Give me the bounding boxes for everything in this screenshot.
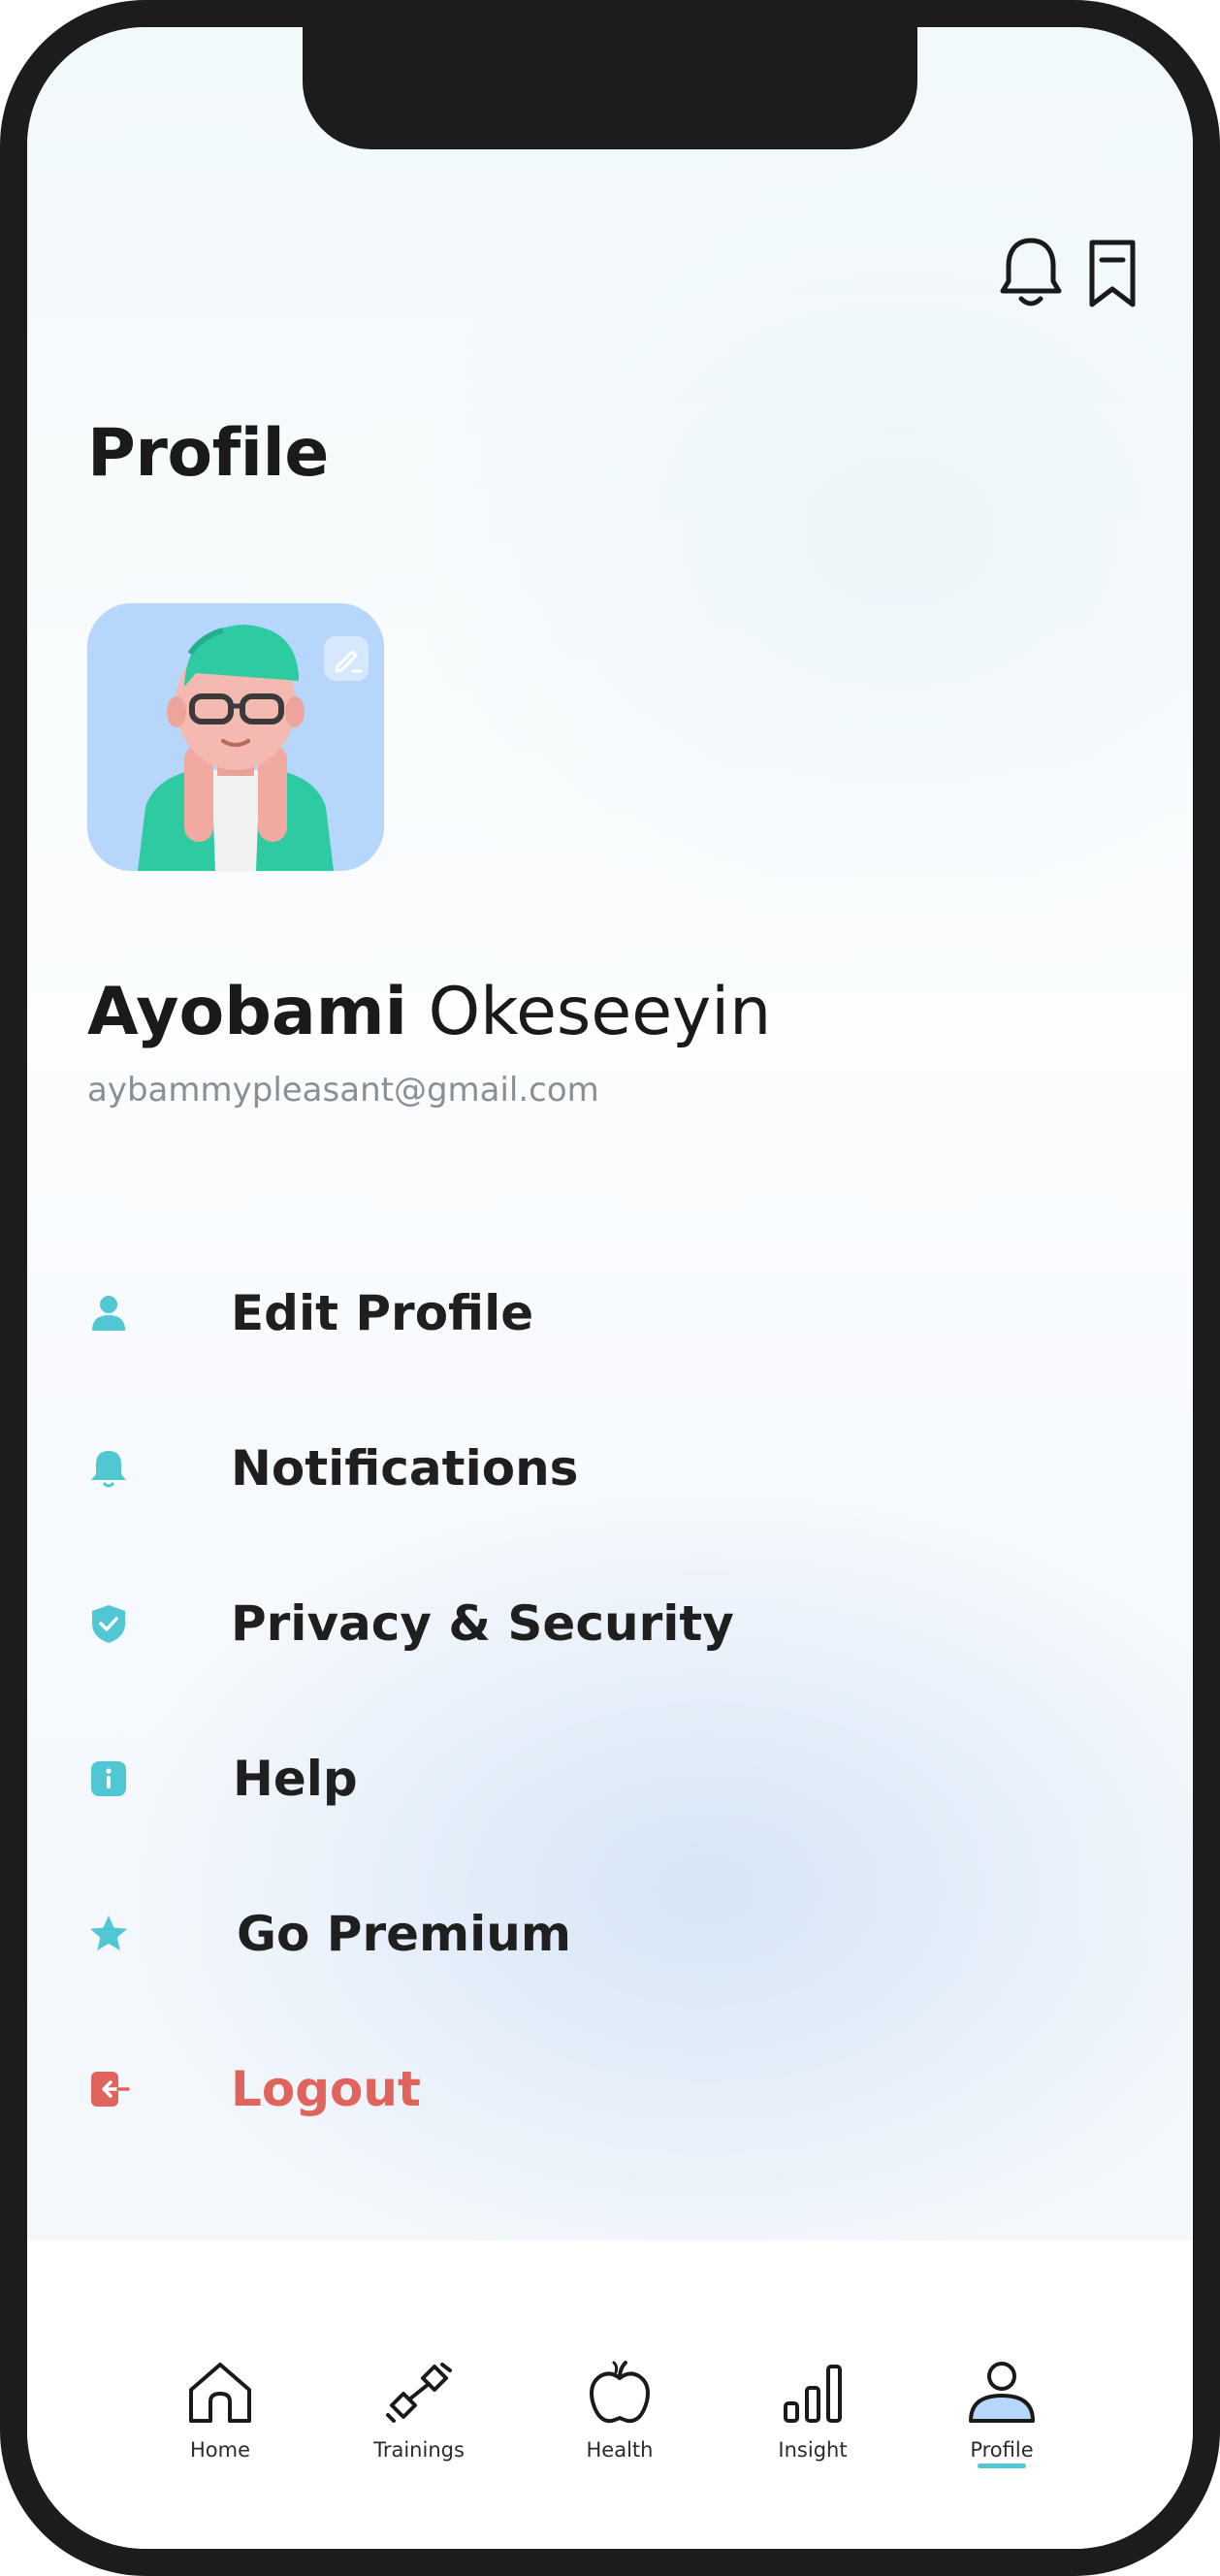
menu-label: Help [233,1751,358,1807]
edit-avatar-button[interactable] [324,636,369,681]
tab-health[interactable]: Health [552,2357,688,2462]
person-icon [969,2362,1035,2423]
page-title: Profile [87,415,329,492]
phone-frame: Profile Ayobami Okeseeyin aybammypleasan… [0,0,1220,2576]
home-icon [189,2363,251,2423]
menu-label: Notifications [231,1440,579,1497]
menu-label: Go Premium [237,1906,571,1962]
user-email: aybammypleasant@gmail.com [87,1071,599,1110]
tab-label: Trainings [373,2438,465,2462]
user-first-name: Ayobami [87,974,407,1050]
menu-label: Logout [231,2061,421,2117]
user-last-name: Okeseeyin [428,974,772,1050]
info-icon [87,1757,130,1800]
active-tab-indicator [978,2463,1026,2468]
bar-chart-icon [784,2365,842,2423]
tab-label: Insight [778,2438,848,2462]
notch [303,27,917,149]
menu-item-edit-profile[interactable]: Edit Profile [87,1274,1057,1352]
menu-label: Edit Profile [231,1285,534,1341]
tab-label: Health [586,2438,654,2462]
menu-item-go-premium[interactable]: Go Premium [87,1895,1057,1973]
tab-insight[interactable]: Insight [745,2357,881,2462]
tab-label: Home [189,2438,250,2462]
tab-label: Profile [970,2438,1034,2462]
dumbbell-icon [386,2363,452,2423]
bookmark-icon[interactable] [1076,233,1148,312]
pencil-icon [335,650,363,673]
star-icon [87,1913,130,1955]
menu-item-logout[interactable]: Logout [87,2050,1057,2128]
screen: Profile Ayobami Okeseeyin aybammypleasan… [27,27,1193,2549]
tab-home[interactable]: Home [152,2357,288,2462]
menu-item-privacy-security[interactable]: Privacy & Security [87,1585,1057,1662]
bell-icon [87,1447,130,1490]
logout-icon [87,2068,130,2110]
menu-item-help[interactable]: Help [87,1740,1057,1818]
bottom-tab-bar: Home Trainings Health Insight Profile [27,2240,1193,2549]
tab-profile[interactable]: Profile [934,2357,1070,2462]
tab-trainings[interactable]: Trainings [351,2357,487,2462]
menu-item-notifications[interactable]: Notifications [87,1430,1057,1507]
user-name: Ayobami Okeseeyin [87,974,771,1050]
apple-icon [590,2361,650,2424]
bell-icon[interactable] [995,233,1067,312]
menu-label: Privacy & Security [231,1595,734,1652]
person-icon [87,1292,130,1335]
shield-icon [87,1602,130,1645]
